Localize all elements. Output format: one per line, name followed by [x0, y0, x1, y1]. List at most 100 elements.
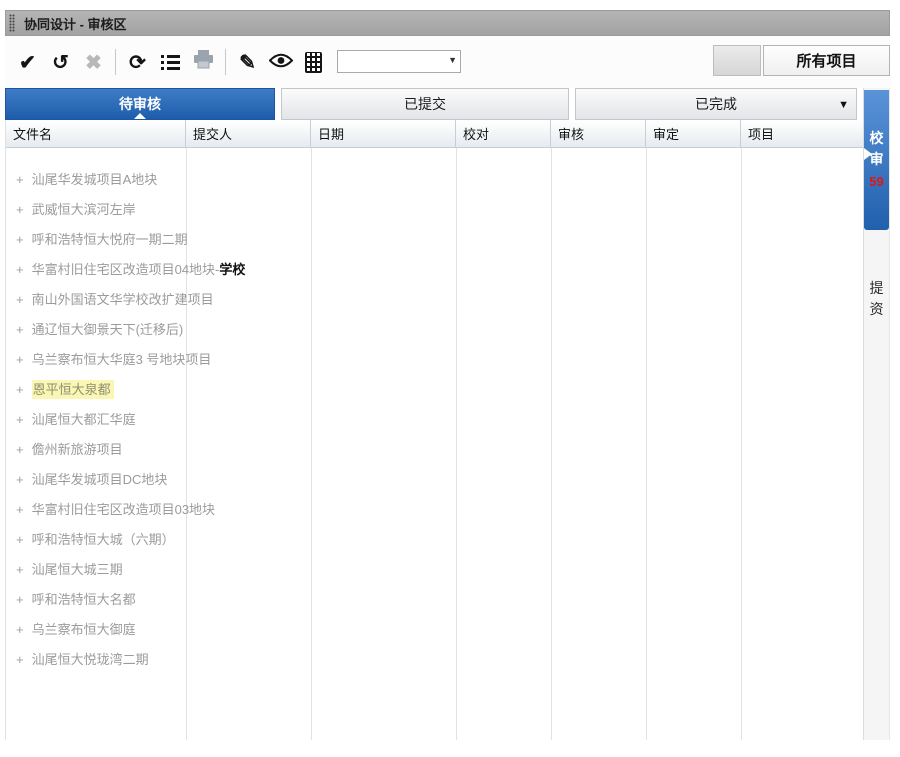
undo-button[interactable]: ↺ — [45, 47, 76, 77]
table-row[interactable]: + 汕尾恒大城三期 — [6, 555, 616, 585]
tab-待审核[interactable]: 待审核 — [5, 88, 275, 120]
window-title: 协同设计 - 审核区 — [24, 14, 127, 33]
expand-plus-icon[interactable]: + — [16, 555, 24, 585]
column-gridline — [741, 148, 742, 740]
table-row[interactable]: +武威恒大滨河左岸 — [6, 195, 616, 225]
table-row[interactable]: +乌兰察布恒大御庭 — [6, 615, 616, 645]
file-name: 通辽恒大御景天下(迁移后) — [32, 322, 184, 337]
edit-button[interactable]: ✎ — [232, 47, 263, 77]
column-header-日期[interactable]: 日期 — [311, 120, 456, 147]
all-projects-button[interactable]: 所有项目 — [763, 45, 890, 76]
tab-label: 已完成 — [695, 94, 737, 114]
file-name: 华富村旧住宅区改造项目03地块 — [32, 502, 215, 517]
table-row[interactable]: + 乌兰察布恒大华庭3 号地块项目 — [6, 345, 616, 375]
expand-plus-icon[interactable]: + — [16, 345, 24, 375]
confirm-button[interactable]: ✔ — [12, 47, 43, 77]
drag-grip-icon — [9, 14, 15, 32]
table-row[interactable]: + 汕尾恒大都汇华庭 — [6, 405, 616, 435]
table-row[interactable]: +南山外国语文华学校改扩建项目 — [6, 285, 616, 315]
table-body: +汕尾华发城项目A地块+武威恒大滨河左岸+呼和浩特恒大悦府一期二期+华富村旧住宅… — [6, 148, 864, 740]
expand-plus-icon[interactable]: + — [16, 165, 24, 195]
table-row[interactable]: + 恩平恒大泉都 — [6, 375, 616, 405]
list-button[interactable] — [155, 47, 186, 77]
expand-plus-icon[interactable]: + — [16, 435, 24, 465]
expand-plus-icon[interactable]: + — [16, 195, 24, 225]
building-button[interactable] — [298, 47, 329, 77]
tab-已完成[interactable]: 已完成 — [575, 88, 857, 120]
active-tab-pointer-icon — [134, 113, 146, 119]
expand-plus-icon[interactable]: + — [16, 315, 24, 345]
table-row[interactable]: + 华富村旧住宅区改造项目03地块 — [6, 495, 616, 525]
file-name: 汕尾恒大都汇华庭 — [32, 412, 136, 427]
arrow-right-icon — [864, 148, 872, 160]
table-row[interactable]: + 儋州新旅游项目 — [6, 435, 616, 465]
preview-button[interactable] — [265, 47, 296, 77]
file-name: 汕尾华发城项目A地块 — [32, 172, 158, 187]
cancel-icon: ✖ — [85, 50, 102, 75]
expand-plus-icon[interactable]: + — [16, 525, 24, 555]
table-row[interactable]: + 呼和浩特恒大名都 — [6, 585, 616, 615]
file-name: 汕尾恒大悦珑湾二期 — [32, 652, 149, 667]
file-name: 华富村旧住宅区改造项目04地块-学校 — [32, 262, 246, 277]
column-header-校对[interactable]: 校对 — [456, 120, 551, 147]
print-button[interactable] — [188, 47, 219, 77]
expand-plus-icon[interactable]: + — [16, 495, 24, 525]
expand-plus-icon[interactable]: + — [16, 375, 24, 405]
confirm-icon: ✔ — [19, 50, 36, 75]
file-name: 恩平恒大泉都 — [32, 380, 114, 399]
table-row[interactable]: + 汕尾华发城项目DC地块 — [6, 465, 616, 495]
tab-label: 待审核 — [119, 94, 161, 114]
expand-plus-icon[interactable]: + — [16, 615, 24, 645]
tab-dropdown-arrow-icon[interactable]: ▼ — [838, 99, 849, 111]
filter-combobox[interactable]: ▼ — [337, 50, 461, 73]
expand-plus-icon[interactable]: + — [16, 285, 24, 315]
toolbar-separator — [225, 49, 226, 75]
table-row[interactable]: +呼和浩特恒大悦府一期二期 — [6, 225, 616, 255]
chevron-down-icon[interactable]: ▼ — [448, 55, 457, 65]
blank-button[interactable] — [713, 45, 761, 76]
list-icon — [161, 55, 180, 70]
preview-icon — [269, 51, 293, 74]
side-tab-review[interactable]: 校审 59 — [864, 90, 889, 230]
column-header-审定[interactable]: 审定 — [646, 120, 741, 147]
print-icon — [193, 50, 214, 75]
file-name: 呼和浩特恒大名都 — [32, 592, 136, 607]
table-header-row: 文件名提交人日期校对审核审定项目 — [6, 120, 864, 148]
edit-icon: ✎ — [239, 50, 256, 75]
column-header-审核[interactable]: 审核 — [551, 120, 646, 147]
file-table: 文件名提交人日期校对审核审定项目 +汕尾华发城项目A地块+武威恒大滨河左岸+呼和… — [5, 120, 863, 740]
file-name: 乌兰察布恒大华庭3 号地块项目 — [32, 352, 212, 367]
expand-plus-icon[interactable]: + — [16, 405, 24, 435]
expand-plus-icon[interactable]: + — [16, 645, 24, 675]
side-tab-strip: 校审 59 提资 — [863, 88, 890, 740]
table-row[interactable]: + 华富村旧住宅区改造项目04地块-学校 — [6, 255, 616, 285]
table-row[interactable]: + 汕尾华发城项目A地块 — [6, 165, 616, 195]
expand-plus-icon[interactable]: + — [16, 225, 24, 255]
expand-plus-icon[interactable]: + — [16, 585, 24, 615]
file-name: 呼和浩特恒大城（六期） — [32, 532, 175, 547]
app-window: 协同设计 - 审核区 ✔ ↺ ✖ ⟳ ✎ ▼ 所有项目 待审核 已提交 已完成 ▼ 文件名提交… — [0, 0, 900, 757]
tab-bar: 待审核 已提交 已完成 ▼ — [5, 88, 863, 120]
undo-icon: ↺ — [52, 50, 69, 75]
refresh-button[interactable]: ⟳ — [122, 47, 153, 77]
table-row[interactable]: + 呼和浩特恒大城（六期） — [6, 525, 616, 555]
file-name: 儋州新旅游项目 — [32, 442, 123, 457]
column-header-项目[interactable]: 项目 — [741, 120, 864, 147]
building-icon — [305, 52, 322, 73]
column-header-提交人[interactable]: 提交人 — [186, 120, 311, 147]
cancel-button[interactable]: ✖ — [78, 47, 109, 77]
column-header-文件名[interactable]: 文件名 — [6, 120, 186, 147]
column-gridline — [646, 148, 647, 740]
toolbar: ✔ ↺ ✖ ⟳ ✎ ▼ 所有项目 — [5, 36, 890, 88]
expand-plus-icon[interactable]: + — [16, 255, 24, 285]
side-tab-supply[interactable]: 提资 — [864, 278, 889, 320]
file-name: 汕尾恒大城三期 — [32, 562, 123, 577]
tab-已提交[interactable]: 已提交 — [281, 88, 569, 120]
table-row[interactable]: + 汕尾恒大悦珑湾二期 — [6, 645, 616, 675]
file-name: 汕尾华发城项目DC地块 — [32, 472, 168, 487]
refresh-icon: ⟳ — [129, 50, 146, 75]
table-row[interactable]: + 通辽恒大御景天下(迁移后) — [6, 315, 616, 345]
toolbar-icons: ✔ ↺ ✖ ⟳ ✎ — [11, 47, 330, 77]
window-titlebar[interactable]: 协同设计 - 审核区 — [5, 10, 890, 36]
expand-plus-icon[interactable]: + — [16, 465, 24, 495]
